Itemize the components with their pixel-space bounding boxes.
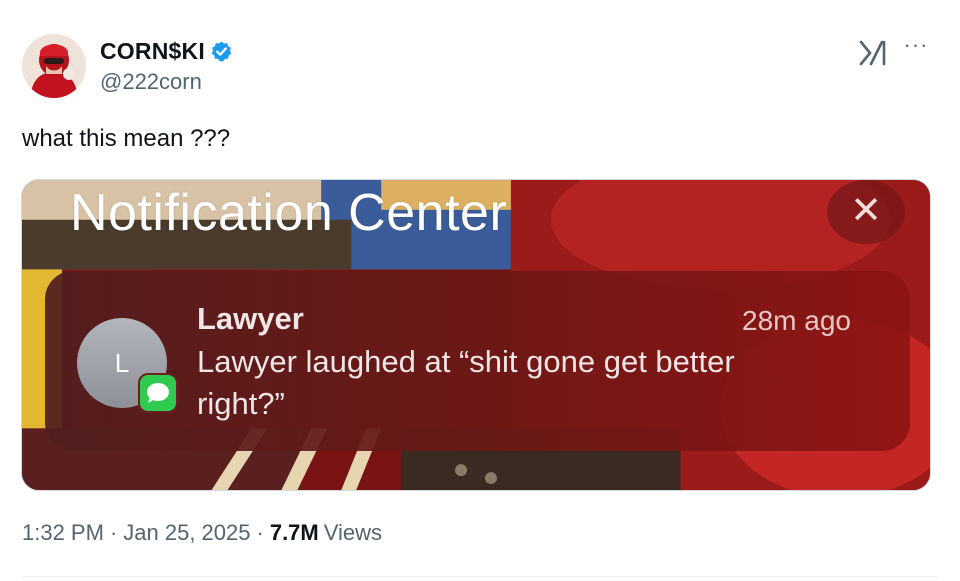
author-avatar[interactable] (22, 34, 86, 98)
verified-badge-icon[interactable] (210, 40, 233, 63)
author-display-name[interactable]: CORN$KI (100, 38, 205, 65)
x-grok-logo-icon (859, 40, 886, 66)
views-count[interactable]: 7.7M (270, 520, 319, 546)
notification-time: 28m ago (742, 305, 851, 336)
meta-separator: · (256, 520, 264, 545)
author-name-row[interactable]: CORN$KI (100, 36, 233, 66)
tweet-time[interactable]: 1:32 PM (22, 520, 104, 546)
tweet-date[interactable]: Jan 25, 2025 (123, 520, 250, 546)
tweet-media-image[interactable]: Notification Center ✕ L Lawyer 28m ago L… (21, 179, 931, 491)
notification-center-title: Notification Center (70, 184, 508, 242)
views-label[interactable]: Views (324, 520, 382, 546)
grok-button[interactable] (858, 38, 890, 68)
author-handle[interactable]: @222corn (100, 69, 202, 95)
divider (22, 576, 938, 577)
more-options-button[interactable]: ··· (902, 34, 930, 60)
tweet-meta: 1:32 PM · Jan 25, 2025 · 7.7M Views (22, 520, 382, 546)
close-button[interactable]: ✕ (827, 180, 905, 244)
tweet: CORN$KI @222corn ··· what this mean ??? (0, 0, 960, 581)
meta-separator: · (109, 520, 118, 545)
tweet-text: what this mean ??? (22, 125, 231, 152)
avatar-image (22, 34, 86, 98)
notification-message: Lawyer laughed at “shit gone get better … (197, 344, 735, 421)
notification-sender: Lawyer (197, 301, 304, 336)
messages-icon (138, 373, 178, 413)
notification-card[interactable]: L Lawyer 28m ago Lawyer laughed at “shit… (45, 271, 910, 451)
